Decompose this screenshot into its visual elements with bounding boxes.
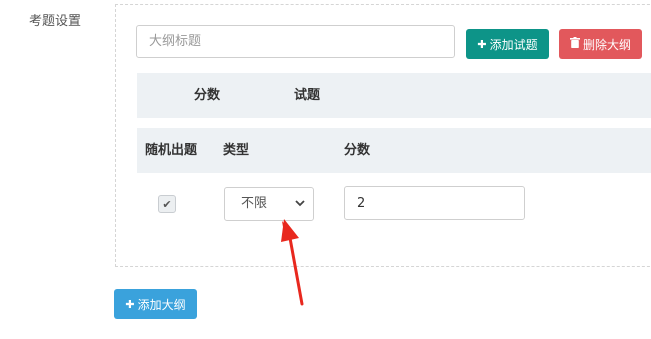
annotation-arrow-icon (281, 219, 304, 306)
